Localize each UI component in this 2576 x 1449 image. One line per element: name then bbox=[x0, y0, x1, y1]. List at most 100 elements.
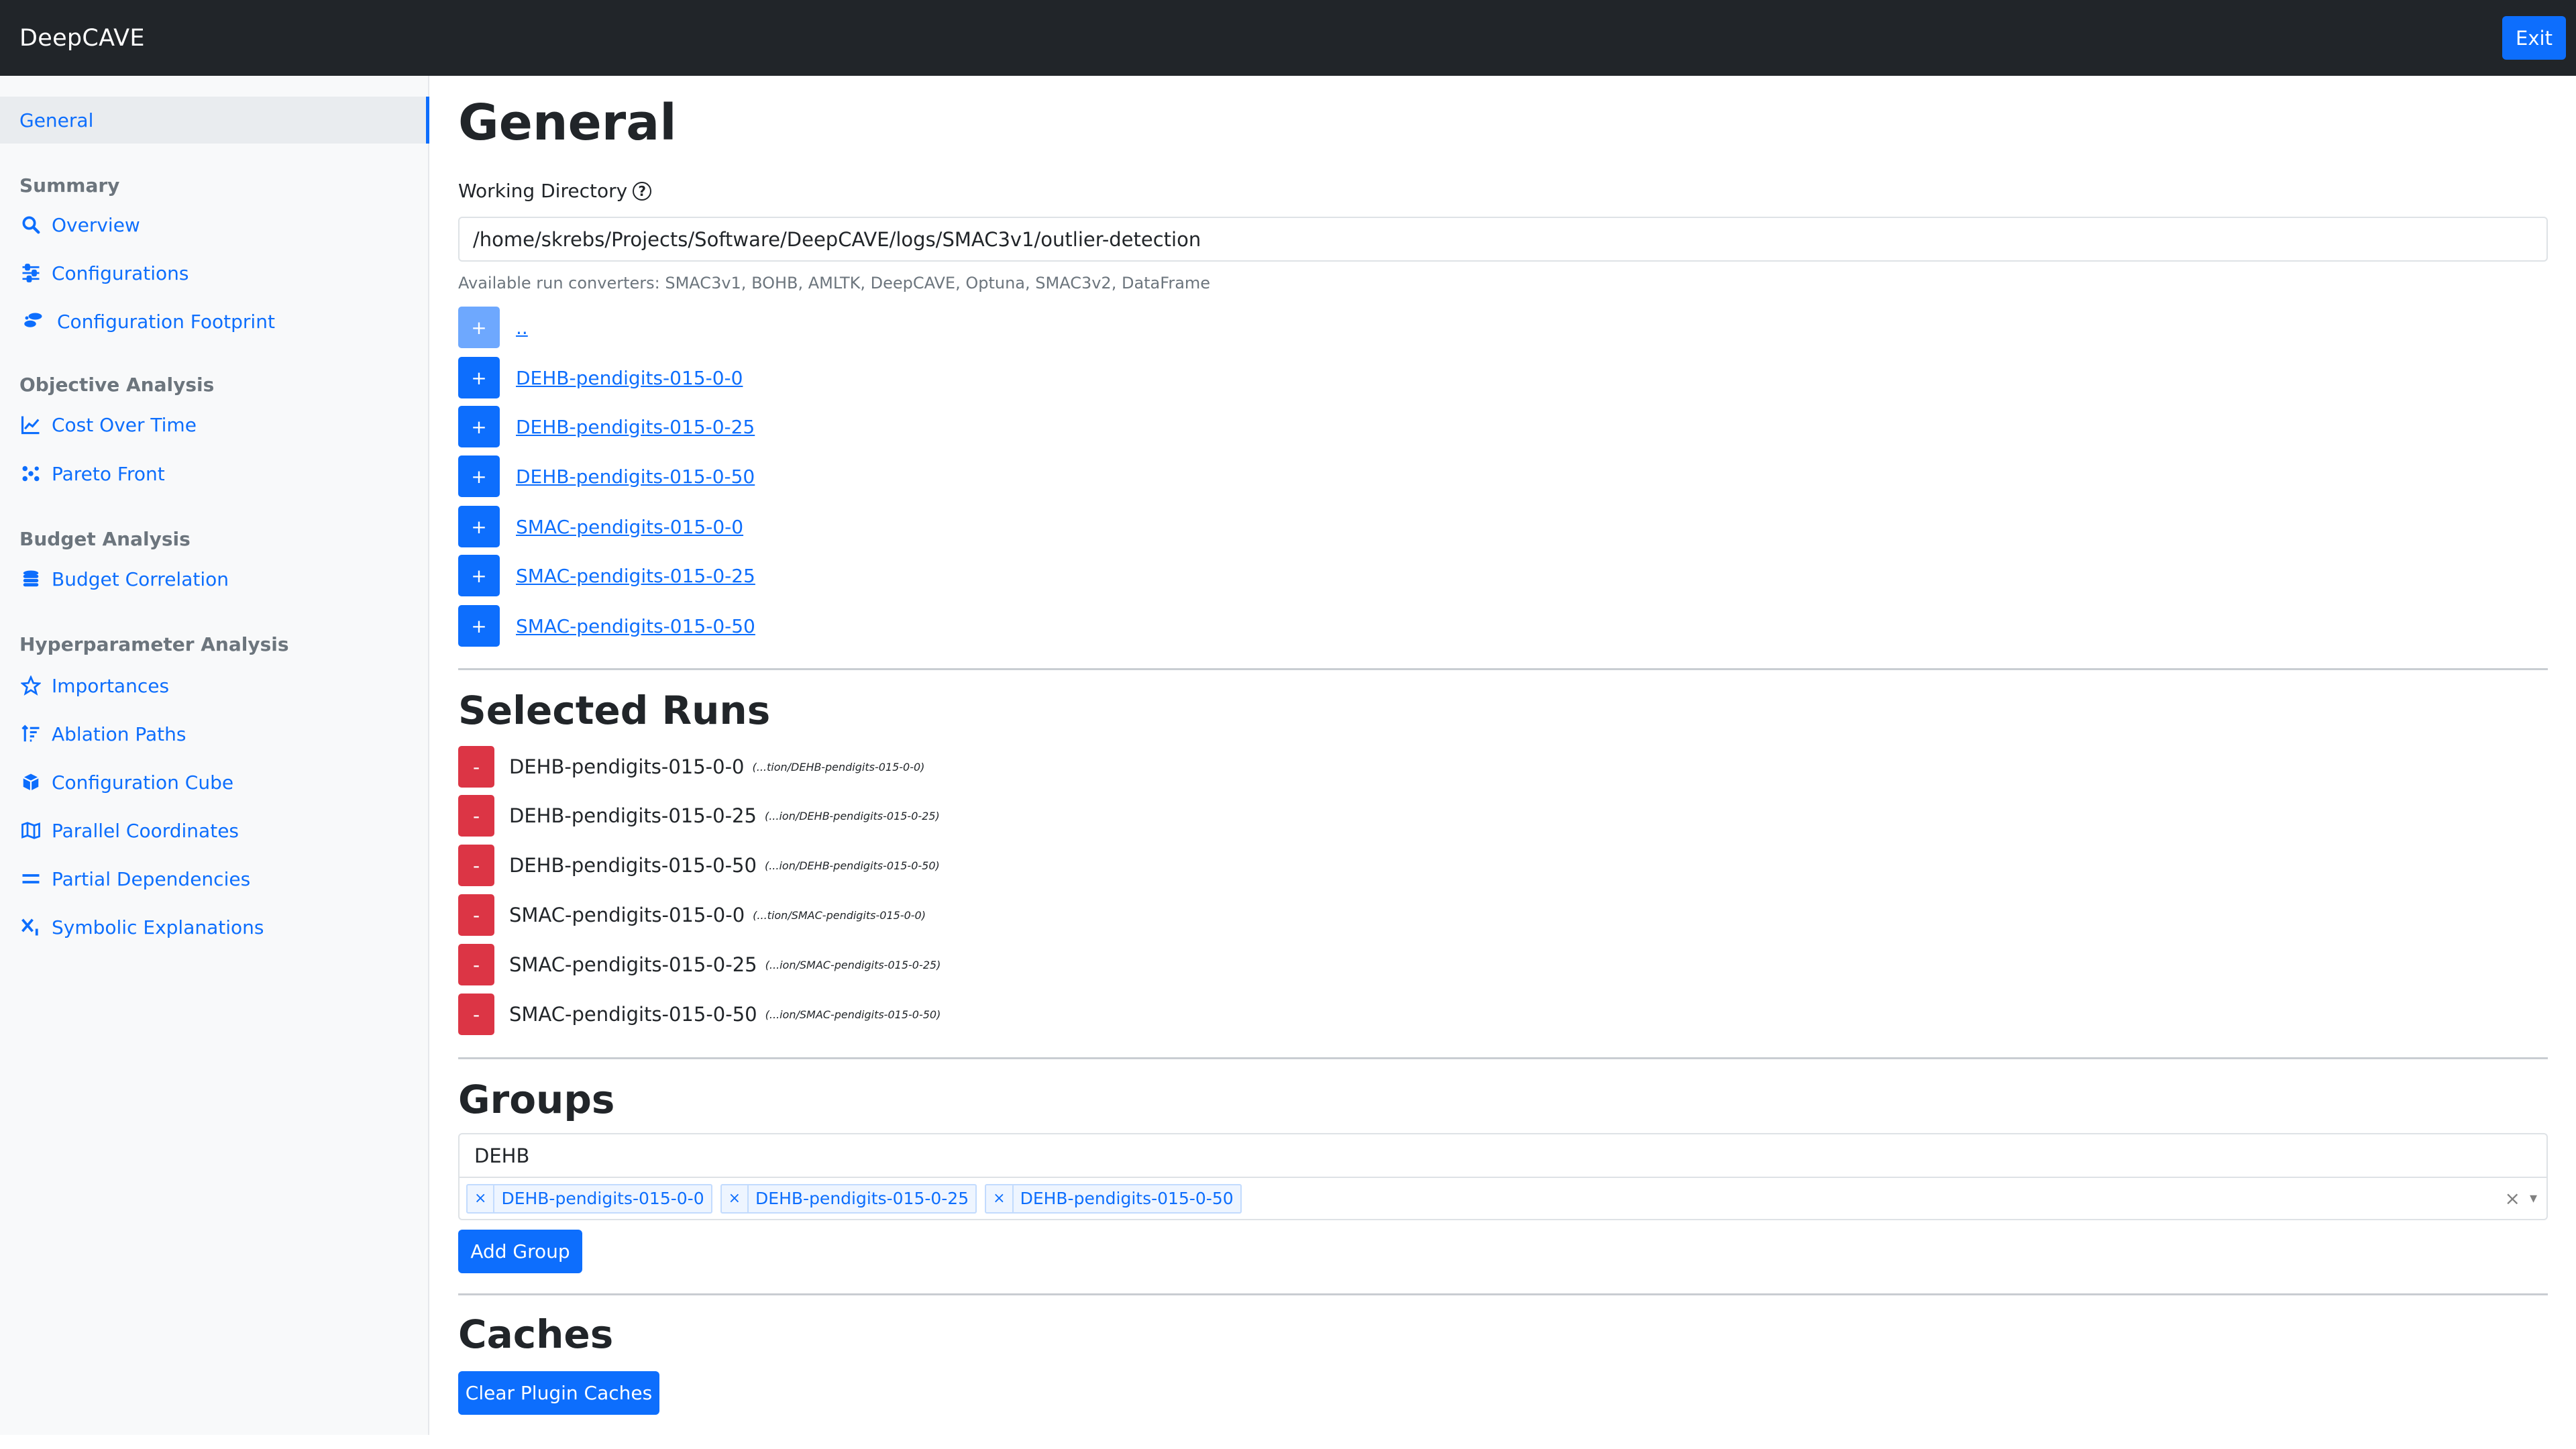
sidebar-item-configuration-footprint[interactable]: Configuration Footprint bbox=[19, 307, 275, 336]
run-link[interactable]: SMAC-pendigits-015-0-0 bbox=[516, 516, 743, 538]
selected-run-name: SMAC-pendigits-015-0-50 bbox=[509, 1003, 757, 1026]
add-run-button[interactable]: + bbox=[458, 406, 500, 447]
chip-label: DEHB-pendigits-015-0-50 bbox=[1020, 1189, 1234, 1208]
groups-title: Groups bbox=[458, 1077, 615, 1122]
sidebar-item-parallel-coordinates[interactable]: Parallel Coordinates bbox=[19, 816, 239, 845]
app-title[interactable]: DeepCAVE bbox=[19, 25, 145, 52]
caches-title: Caches bbox=[458, 1311, 614, 1357]
run-row: + .. bbox=[458, 307, 528, 348]
sidebar-item-overview[interactable]: Overview bbox=[19, 210, 140, 239]
selected-runs-title: Selected Runs bbox=[458, 688, 771, 733]
sidebar-item-label: Configuration Cube bbox=[52, 771, 234, 794]
sidebar-item-importances[interactable]: Importances bbox=[19, 671, 169, 700]
sidebar-item-label: Importances bbox=[52, 674, 170, 697]
remove-run-button[interactable]: - bbox=[458, 845, 494, 886]
footprint-icon bbox=[19, 310, 48, 333]
add-run-button[interactable]: + bbox=[458, 455, 500, 497]
page-title: General bbox=[458, 94, 677, 152]
run-row: + SMAC-pendigits-015-0-50 bbox=[458, 605, 755, 647]
run-row: + DEHB-pendigits-015-0-0 bbox=[458, 357, 743, 398]
run-link[interactable]: DEHB-pendigits-015-0-0 bbox=[516, 367, 743, 389]
sidebar-item-general[interactable]: General bbox=[0, 97, 429, 144]
sidebar-item-pareto-front[interactable]: Pareto Front bbox=[19, 459, 165, 488]
selected-run-path: (...ion/SMAC-pendigits-015-0-25) bbox=[765, 958, 941, 971]
selected-run-name: DEHB-pendigits-015-0-50 bbox=[509, 854, 757, 877]
add-run-button[interactable]: + bbox=[458, 506, 500, 547]
add-run-button[interactable]: + bbox=[458, 605, 500, 647]
chevron-down-icon[interactable]: ▾ bbox=[2530, 1190, 2537, 1207]
remove-run-button[interactable]: - bbox=[458, 746, 494, 788]
remove-run-button[interactable]: - bbox=[458, 944, 494, 985]
selected-run-path: (...tion/DEHB-pendigits-015-0-0) bbox=[752, 760, 925, 773]
selected-run-path: (...ion/DEHB-pendigits-015-0-50) bbox=[764, 859, 940, 872]
help-icon[interactable]: ? bbox=[633, 181, 652, 201]
selected-run-row: - DEHB-pendigits-015-0-0 (...tion/DEHB-p… bbox=[458, 746, 924, 788]
selected-run-row: - SMAC-pendigits-015-0-25 (...ion/SMAC-p… bbox=[458, 944, 941, 985]
group-chip: × DEHB-pendigits-015-0-50 bbox=[985, 1183, 1242, 1214]
remove-run-button[interactable]: - bbox=[458, 994, 494, 1035]
group-chip: × DEHB-pendigits-015-0-25 bbox=[720, 1183, 977, 1214]
sidebar-item-symbolic-explanations[interactable]: Symbolic Explanations bbox=[19, 912, 264, 942]
run-link[interactable]: SMAC-pendigits-015-0-50 bbox=[516, 615, 755, 637]
subscript-icon bbox=[19, 916, 42, 938]
add-run-button[interactable]: + bbox=[458, 307, 500, 348]
add-group-button[interactable]: Add Group bbox=[458, 1230, 582, 1273]
divider bbox=[458, 1293, 2548, 1295]
selected-run-name: DEHB-pendigits-015-0-0 bbox=[509, 755, 745, 778]
selected-run-row: - SMAC-pendigits-015-0-50 (...ion/SMAC-p… bbox=[458, 994, 941, 1035]
coins-icon bbox=[19, 568, 42, 590]
top-navbar: DeepCAVE Exit bbox=[0, 0, 2576, 76]
star-icon bbox=[19, 674, 42, 697]
sidebar-item-cost-over-time[interactable]: Cost Over Time bbox=[19, 410, 197, 439]
selected-run-name: SMAC-pendigits-015-0-0 bbox=[509, 904, 745, 926]
run-row: + SMAC-pendigits-015-0-0 bbox=[458, 506, 743, 547]
sidebar-item-label: Configurations bbox=[52, 262, 189, 284]
run-link[interactable]: DEHB-pendigits-015-0-50 bbox=[516, 466, 755, 488]
working-directory-label-text: Working Directory bbox=[458, 180, 628, 202]
group-name-input[interactable]: DEHB bbox=[458, 1133, 2548, 1177]
run-row: + DEHB-pendigits-015-0-25 bbox=[458, 406, 755, 447]
map-icon bbox=[19, 819, 42, 842]
remove-run-button[interactable]: - bbox=[458, 894, 494, 936]
selected-run-path: (...ion/DEHB-pendigits-015-0-25) bbox=[764, 809, 940, 822]
run-link[interactable]: SMAC-pendigits-015-0-25 bbox=[516, 565, 755, 587]
sort-icon bbox=[19, 722, 42, 745]
chip-remove-icon[interactable]: × bbox=[722, 1185, 749, 1212]
add-run-button[interactable]: + bbox=[458, 357, 500, 398]
sidebar-item-label: Symbolic Explanations bbox=[52, 916, 264, 938]
equals-icon bbox=[19, 867, 42, 890]
working-directory-input[interactable]: /home/skrebs/Projects/Software/DeepCAVE/… bbox=[458, 217, 2548, 262]
selected-run-row: - DEHB-pendigits-015-0-50 (...ion/DEHB-p… bbox=[458, 845, 940, 886]
sidebar-item-configurations[interactable]: Configurations bbox=[19, 258, 189, 288]
sidebar-heading-summary: Summary bbox=[19, 174, 120, 197]
run-link[interactable]: DEHB-pendigits-015-0-25 bbox=[516, 416, 755, 438]
clear-select-icon[interactable]: × bbox=[2504, 1187, 2520, 1210]
chip-remove-icon[interactable]: × bbox=[986, 1185, 1014, 1212]
group-runs-select[interactable]: × DEHB-pendigits-015-0-0 × DEHB-pendigit… bbox=[458, 1177, 2548, 1220]
clear-plugin-caches-button[interactable]: Clear Plugin Caches bbox=[458, 1371, 659, 1415]
chip-remove-icon[interactable]: × bbox=[468, 1185, 495, 1212]
exit-button[interactable]: Exit bbox=[2502, 16, 2566, 60]
sidebar-item-ablation-paths[interactable]: Ablation Paths bbox=[19, 719, 186, 749]
converters-text: Available run converters: SMAC3v1, BOHB,… bbox=[458, 274, 1211, 292]
remove-run-button[interactable]: - bbox=[458, 795, 494, 837]
run-row: + DEHB-pendigits-015-0-50 bbox=[458, 455, 755, 497]
sidebar-heading-objective-analysis: Objective Analysis bbox=[19, 374, 215, 396]
group-chip: × DEHB-pendigits-015-0-0 bbox=[466, 1183, 712, 1214]
sliders-icon bbox=[19, 262, 42, 284]
sidebar-item-label: Partial Dependencies bbox=[52, 867, 251, 890]
sidebar-item-label: Overview bbox=[52, 213, 140, 236]
add-run-button[interactable]: + bbox=[458, 555, 500, 596]
sidebar-item-partial-dependencies[interactable]: Partial Dependencies bbox=[19, 864, 250, 894]
chip-label: DEHB-pendigits-015-0-0 bbox=[501, 1189, 704, 1208]
sidebar-item-label: Configuration Footprint bbox=[57, 310, 275, 333]
line-chart-icon bbox=[19, 413, 42, 436]
selected-run-path: (...ion/SMAC-pendigits-015-0-50) bbox=[765, 1008, 941, 1021]
sidebar-item-budget-correlation[interactable]: Budget Correlation bbox=[19, 564, 229, 594]
sidebar: General Summary Overview Configurations … bbox=[0, 76, 429, 1435]
sidebar-item-label: Pareto Front bbox=[52, 462, 165, 485]
sidebar-item-label: Ablation Paths bbox=[52, 722, 186, 745]
run-link-parent[interactable]: .. bbox=[516, 317, 528, 339]
sidebar-heading-budget-analysis: Budget Analysis bbox=[19, 528, 191, 550]
sidebar-item-configuration-cube[interactable]: Configuration Cube bbox=[19, 767, 233, 797]
